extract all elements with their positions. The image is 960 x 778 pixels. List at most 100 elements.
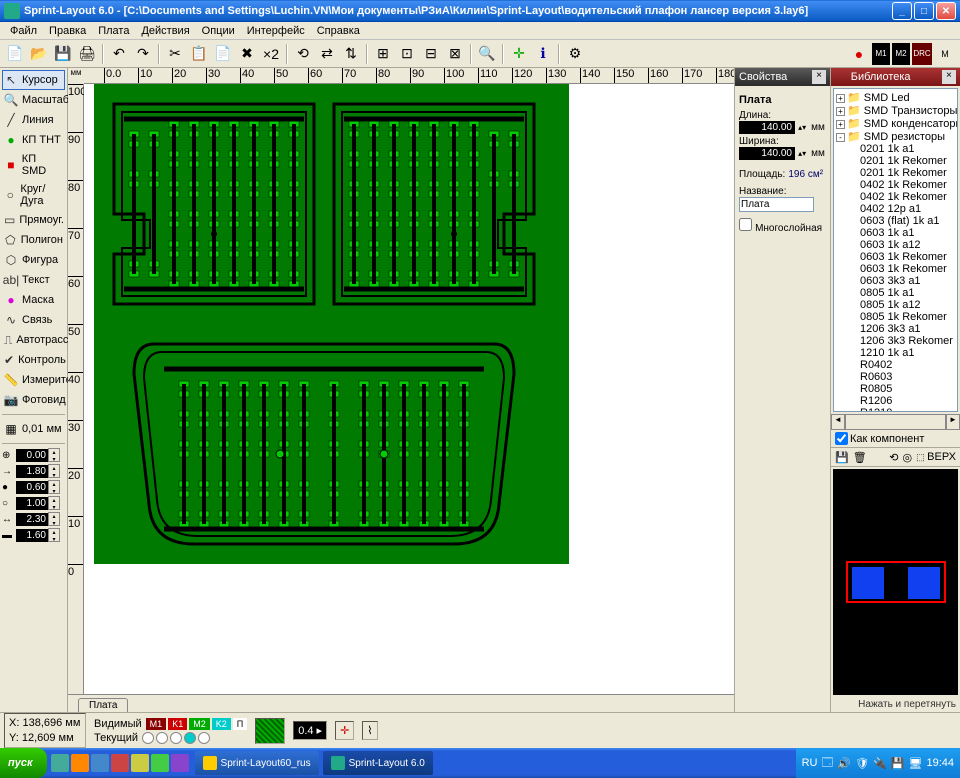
menu-Файл[interactable]: Файл (4, 23, 43, 39)
tool-Фигура[interactable]: ⬡Фигура (2, 250, 65, 270)
multilayer-checkbox[interactable] (739, 218, 752, 231)
task-Sprint-Layout60_rus[interactable]: Sprint-Layout60_rus (195, 751, 319, 775)
layer-K2[interactable]: K2 (212, 718, 231, 730)
cut-button[interactable]: ✂ (164, 43, 186, 65)
tree-item[interactable]: 0603 1k Rekomer (836, 251, 955, 263)
tool-Полигон[interactable]: ⬠Полигон (2, 230, 65, 250)
tree-item[interactable]: R1210 (836, 407, 955, 412)
layer-K2[interactable] (184, 732, 196, 744)
pcb-canvas[interactable] (84, 84, 734, 694)
length-input[interactable]: 140.00 (739, 121, 795, 134)
tool-Связь[interactable]: ∿Связь (2, 310, 65, 330)
layer-m1-button[interactable]: M1 (872, 43, 890, 65)
tool-Измеритель[interactable]: 📏Измеритель (2, 370, 65, 390)
tree-item[interactable]: R0603 (836, 371, 955, 383)
tree-item[interactable]: R1206 (836, 395, 955, 407)
tree-item[interactable]: 0201 1k Rekomer (836, 167, 955, 179)
param-input-2[interactable]: ●0.60▴▾ (2, 480, 65, 494)
crosshair-button[interactable]: ✛ (508, 43, 530, 65)
ungroup-button[interactable]: ⊠ (444, 43, 466, 65)
layer-M1[interactable]: M1 (146, 718, 167, 730)
library-scrollbar[interactable]: ◄ ► (831, 414, 960, 430)
tool-Фотовид[interactable]: 📷Фотовид (2, 390, 65, 410)
rotate-button[interactable]: ⟲ (292, 43, 314, 65)
save-button[interactable]: 💾 (52, 43, 74, 65)
library-tree[interactable]: +📁 SMD Led+📁 SMD Транзисторы+📁 SMD конде… (833, 88, 958, 412)
pattern-preview[interactable] (255, 718, 285, 744)
layer-K1[interactable]: K1 (168, 718, 187, 730)
menu-Интерфейс[interactable]: Интерфейс (241, 23, 311, 39)
clock[interactable]: 19:44 (926, 757, 954, 769)
tree-category[interactable]: +📁 SMD Транзисторы (836, 104, 955, 117)
tree-item[interactable]: 0805 1k a1 (836, 287, 955, 299)
lib-refresh-icon[interactable]: ⟲ (889, 451, 898, 464)
tool-Текст[interactable]: ab|Текст (2, 270, 65, 290)
link-icon[interactable]: ⌇ (362, 721, 377, 740)
tree-item[interactable]: 0805 1k a12 (836, 299, 955, 311)
menu-Действия[interactable]: Действия (135, 23, 195, 39)
tree-item[interactable]: 0603 1k a12 (836, 239, 955, 251)
pcb-board[interactable] (94, 84, 569, 564)
drc-button[interactable]: DRC (912, 43, 932, 65)
param-input-1[interactable]: →1.80▴▾ (2, 464, 65, 478)
param-input-5[interactable]: ▬1.60▴▾ (2, 528, 65, 542)
snap-button[interactable]: ⊡ (396, 43, 418, 65)
tool-Курсор[interactable]: ↖Курсор (2, 70, 65, 90)
tray-icon[interactable]: 🗔 (821, 754, 833, 773)
info-button[interactable]: ℹ (532, 43, 554, 65)
menu-Плата[interactable]: Плата (92, 23, 135, 39)
align-button[interactable]: ⊞ (372, 43, 394, 65)
lib-target-icon[interactable]: ◎ (903, 451, 913, 464)
mirror-v-button[interactable]: ⇅ (340, 43, 362, 65)
macro-button[interactable]: M (934, 43, 956, 65)
spin-icon[interactable]: ▴▾ (798, 123, 806, 132)
zoom-button[interactable]: 🔍 (476, 43, 498, 65)
close-button[interactable]: ✕ (936, 2, 956, 20)
tool-Автотрасса[interactable]: ⎍Автотрасса (2, 330, 65, 350)
ql-icon[interactable] (151, 754, 169, 772)
ql-icon[interactable] (171, 754, 189, 772)
mirror-h-button[interactable]: ⇄ (316, 43, 338, 65)
redo-button[interactable]: ↷ (132, 43, 154, 65)
tree-item[interactable]: 0603 (flat) 1k a1 (836, 215, 955, 227)
tree-item[interactable]: 1206 3k3 Rekomer (836, 335, 955, 347)
layer-M1[interactable] (142, 732, 154, 744)
duplicate-button[interactable]: ×2 (260, 43, 282, 65)
menu-Справка[interactable]: Справка (311, 23, 366, 39)
thickness-indicator[interactable]: 0.4 ▸ (293, 721, 327, 740)
tree-category[interactable]: +📁 SMD конденсаторы (836, 117, 955, 130)
tree-item[interactable]: 1206 3k3 a1 (836, 323, 955, 335)
task-Sprint-Layout 6.0[interactable]: Sprint-Layout 6.0 (323, 751, 433, 775)
new-button[interactable]: 📄 (4, 43, 26, 65)
settings-button[interactable]: ⚙ (564, 43, 586, 65)
undo-button[interactable]: ↶ (108, 43, 130, 65)
tree-item[interactable]: 1210 1k a1 (836, 347, 955, 359)
ql-icon[interactable] (91, 754, 109, 772)
paste-button[interactable]: 📄 (212, 43, 234, 65)
tool-Прямоуг.[interactable]: ▭Прямоуг. (2, 210, 65, 230)
lib-delete-icon[interactable]: 🗑 (853, 451, 867, 464)
library-close-icon[interactable]: × (942, 70, 956, 84)
layer-m2-button[interactable]: M2 (892, 43, 910, 65)
tree-item[interactable]: 0603 3k3 a1 (836, 275, 955, 287)
menu-Опции[interactable]: Опции (196, 23, 241, 39)
tool-Линия[interactable]: ╱Линия (2, 110, 65, 130)
tree-item[interactable]: 0402 12p a1 (836, 203, 955, 215)
tree-item[interactable]: 0201 1k Rekomer (836, 155, 955, 167)
open-button[interactable]: 📂 (28, 43, 50, 65)
ql-icon[interactable] (71, 754, 89, 772)
lang-indicator[interactable]: RU (802, 757, 818, 769)
tool-Круг/Дуга[interactable]: ○Круг/Дуга (2, 180, 65, 210)
layer-M2[interactable] (170, 732, 182, 744)
tree-item[interactable]: 0402 1k Rekomer (836, 191, 955, 203)
tab-board[interactable]: Плата (78, 698, 128, 712)
param-input-0[interactable]: ⊕0.00▴▾ (2, 448, 65, 462)
ql-icon[interactable] (111, 754, 129, 772)
copy-button[interactable]: 📋 (188, 43, 210, 65)
spin-icon[interactable]: ▴▾ (798, 149, 806, 158)
board-name-input[interactable] (739, 197, 814, 212)
tree-category[interactable]: -📁 SMD резисторы (836, 130, 955, 143)
ql-icon[interactable] (131, 754, 149, 772)
param-input-3[interactable]: ○1.00▴▾ (2, 496, 65, 510)
width-input[interactable]: 140.00 (739, 147, 795, 160)
